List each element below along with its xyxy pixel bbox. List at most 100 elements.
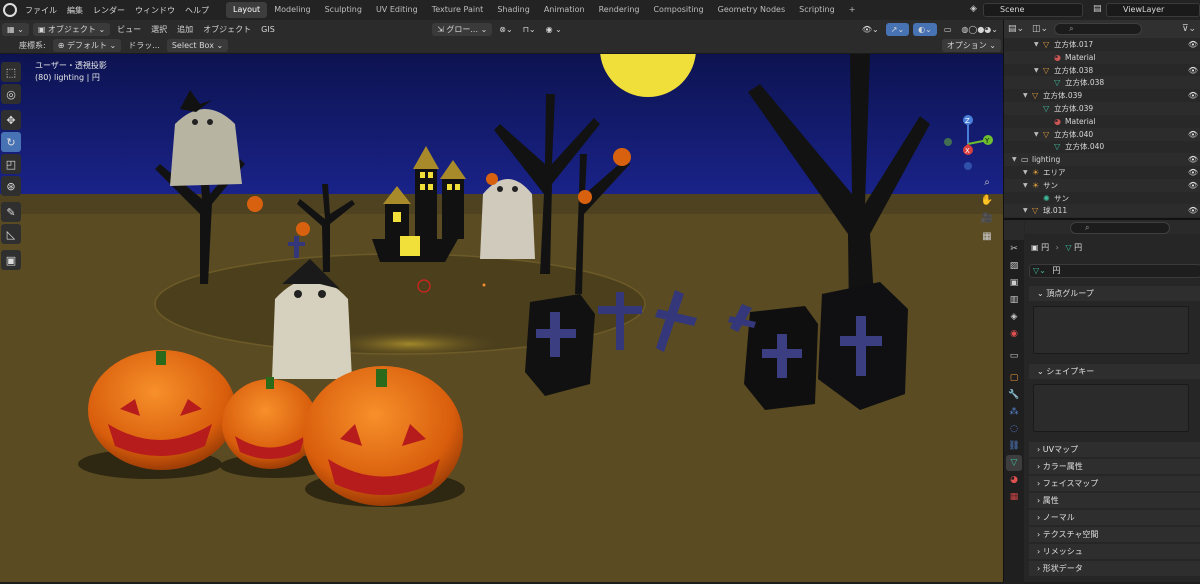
panel-shape-keys[interactable]: ⌄ シェイプキー [1029, 364, 1200, 379]
panel-attributes[interactable]: › 属性 [1029, 493, 1200, 508]
props-editor-icon[interactable] [1004, 220, 1024, 240]
visibility-eye-icon[interactable]: 👁 [1188, 179, 1198, 192]
zoom-icon[interactable]: ⌕ [980, 176, 994, 190]
outliner-search-input[interactable]: ⌕ [1054, 23, 1143, 35]
filter-icon[interactable]: ⊽⌄ [1182, 24, 1196, 34]
gizmo-toggle-icon[interactable]: ↗⌄ [885, 22, 910, 36]
select-box-icon[interactable]: ⬚ [1, 62, 21, 82]
expand-arrow-icon[interactable]: ▼ [1023, 179, 1028, 192]
menu-gis[interactable]: GIS [256, 23, 280, 36]
physics-tab-icon[interactable]: ◌ [1006, 421, 1022, 437]
outliner-row[interactable]: ▼ ▭ lighting 👁 [1004, 153, 1200, 167]
add-cube-icon[interactable]: ▣ [1, 250, 21, 270]
menu-file[interactable]: ファイル [20, 5, 62, 16]
mesh-data-tab-icon[interactable]: ▽ [1006, 455, 1022, 471]
axis-gizmo[interactable]: Z Y X [930, 114, 1002, 174]
navigation-gizmo[interactable]: Z Y X ⌕ ✋ 🎥 ▦ [930, 114, 1002, 244]
menu-add[interactable]: 追加 [172, 23, 198, 36]
material-tab-icon[interactable]: ◕ [1006, 472, 1022, 488]
visibility-eye-icon[interactable]: 👁 [1188, 89, 1198, 102]
rotate-icon[interactable]: ↻ [1, 132, 21, 152]
outliner-row[interactable]: ▼ ☀ サン 👁 [1004, 178, 1200, 192]
cursor-icon[interactable]: ◎ [1, 84, 21, 104]
outliner-row[interactable]: ◕ Material [1004, 50, 1200, 64]
world-tab-icon[interactable]: ◉ [1006, 326, 1022, 342]
expand-arrow-icon[interactable]: ▼ [1023, 204, 1028, 217]
modifier-tab-icon[interactable]: 🔧 [1006, 387, 1022, 403]
expand-arrow-icon[interactable]: ▼ [1023, 166, 1028, 179]
menu-select[interactable]: 選択 [146, 23, 172, 36]
overlay-toggle-icon[interactable]: ◐⌄ [913, 22, 937, 36]
render-tab-icon[interactable]: ▨ [1006, 258, 1022, 274]
panel-uv-maps[interactable]: › UVマップ [1029, 442, 1200, 457]
outliner-row[interactable]: ▽ 立方体.038 [1004, 76, 1200, 90]
outliner-row[interactable]: ▼ ☀ エリア 👁 [1004, 166, 1200, 179]
annotate-icon[interactable]: ✎ [1, 202, 21, 222]
outliner-row[interactable]: ▼ ▽ 立方体.040 👁 [1004, 127, 1200, 141]
blender-logo-icon[interactable] [3, 3, 17, 17]
scale-icon[interactable]: ◰ [1, 154, 21, 174]
outliner-row[interactable]: ▽ 立方体.039 [1004, 102, 1200, 115]
scene-field[interactable]: Scene [983, 3, 1083, 17]
transform-orientation-dropdown[interactable]: ⇲ グロー... ⌄ [432, 22, 493, 36]
shading-modes-icon[interactable]: ◍◯●◕⌄ [956, 23, 1003, 36]
panel-face-maps[interactable]: › フェイスマップ [1029, 476, 1200, 491]
expand-arrow-icon[interactable]: ▼ [1023, 89, 1028, 102]
tab-sculpting[interactable]: Sculpting [318, 2, 369, 18]
object-tab-icon[interactable]: ▢ [1006, 370, 1022, 386]
view-layer-tab-icon[interactable]: ▥ [1006, 292, 1022, 308]
mode-dropdown[interactable]: ▣ オブジェクト ⌄ [32, 22, 111, 36]
expand-arrow-icon[interactable]: ▼ [1034, 128, 1039, 141]
drag-dropdown[interactable]: Select Box ⌄ [166, 39, 229, 52]
particles-tab-icon[interactable]: ⁂ [1006, 404, 1022, 420]
display-mode-icon[interactable]: ◫⌄ [1032, 24, 1048, 34]
tab-rendering[interactable]: Rendering [592, 2, 647, 18]
menu-view[interactable]: ビュー [112, 23, 146, 36]
shape-keys-list[interactable] [1033, 384, 1189, 432]
expand-arrow-icon[interactable]: ▼ [1034, 64, 1039, 77]
tab-texture-paint[interactable]: Texture Paint [425, 2, 491, 18]
tab-uv-editing[interactable]: UV Editing [369, 2, 425, 18]
visibility-eye-icon[interactable]: 👁 [1188, 64, 1198, 77]
mesh-data-selector[interactable]: ▽⌄ 円 [1029, 264, 1200, 278]
visibility-eye-icon[interactable]: 👁 [1188, 38, 1198, 51]
tab-scripting[interactable]: Scripting [792, 2, 842, 18]
camera-icon[interactable]: 🎥 [980, 212, 994, 226]
tab-layout[interactable]: Layout [226, 2, 268, 18]
panel-remesh[interactable]: › リメッシュ [1029, 544, 1200, 559]
outliner[interactable]: ▤⌄ ◫⌄ ⌕ ⊽⌄ ▼ ▽ 立方体.017 👁 ◕ Material ▼ ▽ 立方体.038 👁… [1003, 20, 1200, 218]
panel-vertex-groups[interactable]: ⌄ 頂点グループ [1029, 286, 1200, 301]
menu-object[interactable]: オブジェクト [198, 23, 256, 36]
outliner-editor-icon[interactable]: ▤⌄ [1008, 24, 1024, 34]
snap-icon[interactable]: ⊓⌄ [518, 23, 541, 36]
outliner-row[interactable]: ▼ ▽ 立方体.039 👁 [1004, 89, 1200, 102]
grid-icon[interactable]: ▦ [980, 230, 994, 244]
tab-animation[interactable]: Animation [537, 2, 592, 18]
properties-editor[interactable]: ✂ ▨ ▣ ▥ ◈ ◉ ▭ ▢ 🔧 ⁂ ◌ ⛓ ▽ ◕ ▦ ⌕ ▣ 円 › ▽ … [1003, 218, 1200, 584]
pivot-icon[interactable]: ⊗⌄ [494, 23, 517, 36]
xray-icon[interactable]: ▭ [939, 23, 957, 36]
constraint-tab-icon[interactable]: ⛓ [1006, 438, 1022, 454]
menu-render[interactable]: レンダー [88, 5, 130, 16]
outliner-row[interactable]: ▼ ▽ 立方体.017 👁 [1004, 38, 1200, 51]
scene-tab-icon[interactable]: ◈ [1006, 309, 1022, 325]
visibility-eye-icon[interactable]: 👁 [1188, 153, 1198, 166]
collection-tab-icon[interactable]: ▭ [1006, 348, 1022, 364]
visibility-eye-icon[interactable]: 👁 [1188, 128, 1198, 141]
proportional-edit-icon[interactable]: ◉ ⌄ [541, 23, 567, 36]
tab-shading[interactable]: Shading [490, 2, 537, 18]
vertex-groups-list[interactable] [1033, 306, 1189, 354]
3d-viewport[interactable]: ユーザー・透視投影 (80) lighting | 円 Z Y X ⌕ ✋ 🎥 … [0, 54, 1003, 582]
panel-texture-space[interactable]: › テクスチャ空間 [1029, 527, 1200, 542]
tab-compositing[interactable]: Compositing [646, 2, 710, 18]
coord-system-dropdown[interactable]: ⊕ デフォルト ⌄ [52, 39, 122, 52]
tab-geometry-nodes[interactable]: Geometry Nodes [711, 2, 792, 18]
menu-edit[interactable]: 編集 [62, 5, 88, 16]
outliner-row[interactable]: ◕ Material [1004, 115, 1200, 128]
menu-help[interactable]: ヘルプ [180, 5, 214, 16]
panel-color-attributes[interactable]: › カラー属性 [1029, 459, 1200, 474]
move-icon[interactable]: ✥ [1, 110, 21, 130]
add-workspace-button[interactable]: + [842, 2, 863, 18]
menu-window[interactable]: ウィンドウ [130, 5, 180, 16]
options-dropdown[interactable]: オプション ⌄ [941, 39, 1001, 52]
